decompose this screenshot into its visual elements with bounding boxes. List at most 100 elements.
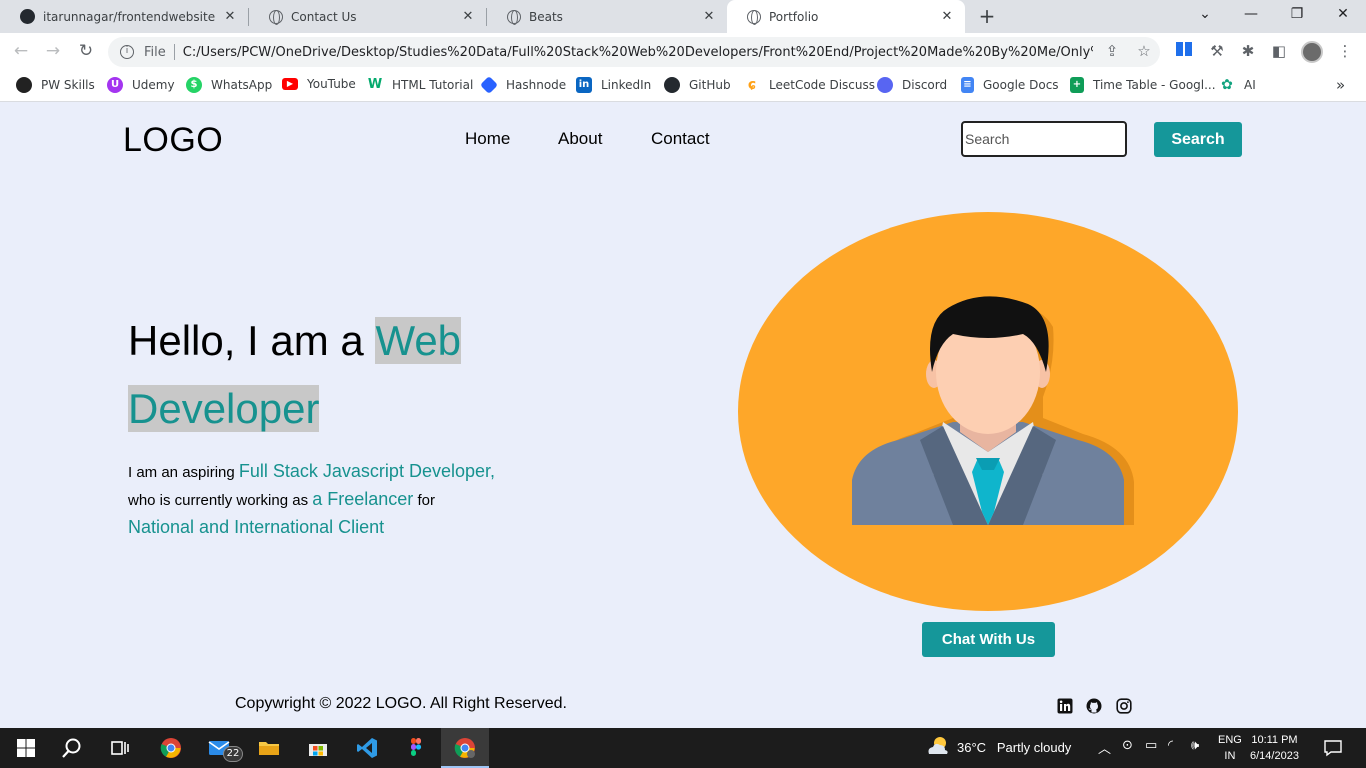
extensions-icon[interactable]: ✱ bbox=[1238, 42, 1258, 60]
tab-search-icon[interactable]: ⌄ bbox=[1195, 6, 1215, 22]
wifi-icon[interactable]: ◜ bbox=[1168, 738, 1173, 753]
language-region: IN bbox=[1224, 750, 1236, 762]
bookmark-html-tutorial[interactable]: W HTML Tutorial bbox=[367, 77, 474, 93]
meet-now-icon[interactable]: ⊙ bbox=[1122, 738, 1133, 753]
close-icon[interactable]: ✕ bbox=[222, 9, 238, 24]
menu-icon[interactable]: ⋮ bbox=[1335, 42, 1355, 60]
hero-line3-accent: National and International Client bbox=[128, 517, 385, 537]
hashnode-icon bbox=[479, 75, 499, 95]
weather-widget[interactable]: 36°C Partly cloudy bbox=[957, 740, 1071, 755]
bookmark-label: Discord bbox=[902, 78, 948, 92]
search-icon[interactable] bbox=[59, 736, 85, 760]
profile-avatar[interactable] bbox=[1301, 41, 1323, 63]
bookmarks-overflow-icon[interactable]: » bbox=[1336, 76, 1345, 94]
address-scheme: File bbox=[144, 44, 166, 60]
search-input[interactable] bbox=[961, 121, 1127, 157]
system-clock[interactable]: 10:11 PM 6/14/2023 bbox=[1250, 732, 1299, 764]
chat-with-us-button[interactable]: Chat With Us bbox=[922, 622, 1055, 657]
close-icon[interactable]: ✕ bbox=[939, 9, 955, 24]
search-button[interactable]: Search bbox=[1154, 122, 1242, 157]
bookmark-whatsapp[interactable]: $ WhatsApp bbox=[186, 77, 272, 93]
reload-icon[interactable]: ↻ bbox=[75, 41, 97, 61]
new-tab-button[interactable]: + bbox=[975, 4, 999, 28]
bookmark-ai[interactable]: ✿ AI bbox=[1219, 77, 1256, 93]
linkedin-icon[interactable] bbox=[1057, 698, 1073, 714]
task-view-icon[interactable] bbox=[107, 736, 133, 760]
bookmark-label: HTML Tutorial bbox=[392, 78, 474, 92]
linkedin-icon: in bbox=[576, 77, 592, 93]
bookmark-linkedin[interactable]: in LinkedIn bbox=[576, 77, 651, 93]
browser-toolbar: ← → ↻ i File C:/Users/PCW/OneDrive/Deskt… bbox=[0, 33, 1366, 71]
windows-taskbar: 22 36°C Partly cloudy ︿ ⊙ ▭ ◜ 🕪 ENG IN 1… bbox=[0, 728, 1366, 768]
youtube-icon: ▶ bbox=[282, 78, 298, 90]
language-code: ENG bbox=[1218, 734, 1242, 746]
nav-home[interactable]: Home bbox=[465, 129, 510, 149]
bookmark-star-icon[interactable]: ☆ bbox=[1135, 42, 1153, 60]
hero-line2-accent: a Freelancer bbox=[312, 489, 414, 509]
openai-icon: ✿ bbox=[1221, 77, 1233, 93]
nav-about[interactable]: About bbox=[558, 129, 602, 149]
side-panel-icon[interactable]: ◧ bbox=[1269, 42, 1289, 60]
google-sheets-icon: + bbox=[1070, 77, 1084, 93]
bookmark-label: YouTube bbox=[307, 77, 356, 91]
bookmark-discord[interactable]: Discord bbox=[877, 77, 947, 93]
forward-icon[interactable]: → bbox=[42, 41, 64, 61]
weather-condition: Partly cloudy bbox=[996, 740, 1072, 755]
leetcode-icon: ɕ bbox=[747, 77, 757, 93]
minimize-icon[interactable]: — bbox=[1241, 6, 1261, 22]
address-url[interactable]: C:/Users/PCW/OneDrive/Desktop/Studies%20… bbox=[183, 45, 1093, 60]
bookmark-google-docs[interactable]: ≡ Google Docs bbox=[961, 77, 1059, 93]
tab-contact-us[interactable]: Contact Us ✕ bbox=[249, 0, 486, 33]
tab-github[interactable]: itarunnagar/frontendwebsite ✕ bbox=[0, 0, 248, 33]
language-indicator[interactable]: ENG IN bbox=[1218, 732, 1242, 764]
clock-date: 6/14/2023 bbox=[1250, 750, 1299, 762]
github-icon[interactable] bbox=[1086, 698, 1102, 714]
restore-icon[interactable]: ❐ bbox=[1287, 6, 1307, 22]
share-icon[interactable]: ⇪ bbox=[1103, 42, 1121, 60]
bookmark-leetcode[interactable]: ɕ LeetCode Discuss bbox=[744, 77, 875, 93]
bookmark-label: Hashnode bbox=[506, 78, 567, 92]
microsoft-store-icon[interactable] bbox=[305, 736, 331, 760]
figma-icon[interactable] bbox=[403, 736, 429, 760]
bookmark-label: GitHub bbox=[689, 78, 731, 92]
chrome-icon[interactable] bbox=[158, 736, 184, 760]
tab-portfolio[interactable]: Portfolio ✕ bbox=[727, 0, 965, 33]
vscode-icon[interactable] bbox=[354, 736, 380, 760]
file-explorer-icon[interactable] bbox=[256, 736, 282, 760]
devtools-extension-icon[interactable]: ⚒ bbox=[1207, 42, 1227, 60]
hero-line2-prefix: who is currently working as bbox=[128, 492, 313, 509]
tab-title: itarunnagar/frontendwebsite bbox=[43, 9, 216, 24]
window-close-icon[interactable]: ✕ bbox=[1333, 6, 1353, 22]
battery-icon[interactable]: ▭ bbox=[1145, 738, 1157, 753]
hero-line2-suffix: for bbox=[413, 492, 435, 509]
bookmark-youtube[interactable]: ▶ YouTube bbox=[282, 77, 356, 91]
site-logo[interactable]: LOGO bbox=[123, 121, 223, 160]
trello-extension-icon[interactable] bbox=[1174, 42, 1194, 60]
hero-greeting: Hello, I am a bbox=[128, 317, 376, 364]
info-icon[interactable]: i bbox=[120, 45, 134, 59]
bookmark-time-table[interactable]: + Time Table - Googl... bbox=[1070, 77, 1216, 93]
bookmark-pw-skills[interactable]: PW Skills bbox=[16, 77, 95, 93]
tab-beats[interactable]: Beats ✕ bbox=[487, 0, 727, 33]
close-icon[interactable]: ✕ bbox=[460, 9, 476, 24]
tab-title: Portfolio bbox=[769, 9, 819, 24]
bookmark-udemy[interactable]: U Udemy bbox=[107, 77, 175, 93]
instagram-icon[interactable] bbox=[1116, 698, 1132, 714]
hero-line1-accent: Full Stack Javascript Developer, bbox=[238, 461, 495, 481]
close-icon[interactable]: ✕ bbox=[701, 9, 717, 24]
tray-chevron-icon[interactable]: ︿ bbox=[1098, 738, 1111, 757]
address-bar[interactable]: i File C:/Users/PCW/OneDrive/Desktop/Stu… bbox=[108, 37, 1160, 67]
windows-start-icon[interactable] bbox=[13, 736, 39, 760]
github-icon bbox=[20, 9, 35, 24]
volume-icon[interactable]: 🕪 bbox=[1191, 738, 1199, 753]
back-icon[interactable]: ← bbox=[10, 41, 32, 61]
notification-icon[interactable] bbox=[1323, 738, 1343, 758]
clock-time: 10:11 PM bbox=[1251, 734, 1298, 746]
hero-line1-prefix: I am an aspiring bbox=[128, 464, 239, 481]
bookmark-label: Udemy bbox=[132, 78, 175, 92]
github-icon bbox=[664, 77, 680, 93]
chrome-profile-icon[interactable] bbox=[452, 736, 478, 760]
bookmark-hashnode[interactable]: Hashnode bbox=[479, 75, 567, 95]
nav-contact[interactable]: Contact bbox=[651, 129, 710, 149]
bookmark-github[interactable]: GitHub bbox=[664, 77, 731, 93]
